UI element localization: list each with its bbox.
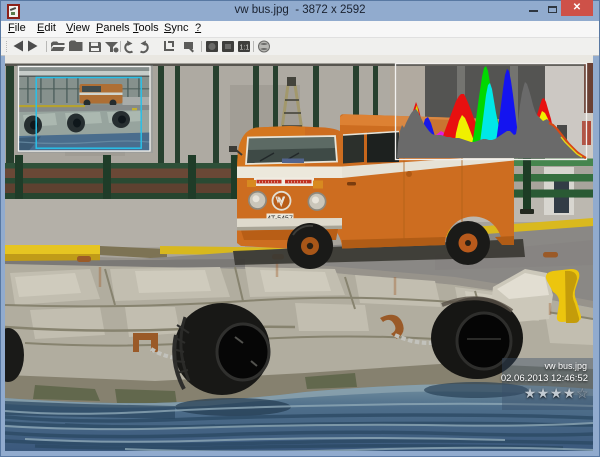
svg-text:1:1: 1:1 [240,45,250,52]
